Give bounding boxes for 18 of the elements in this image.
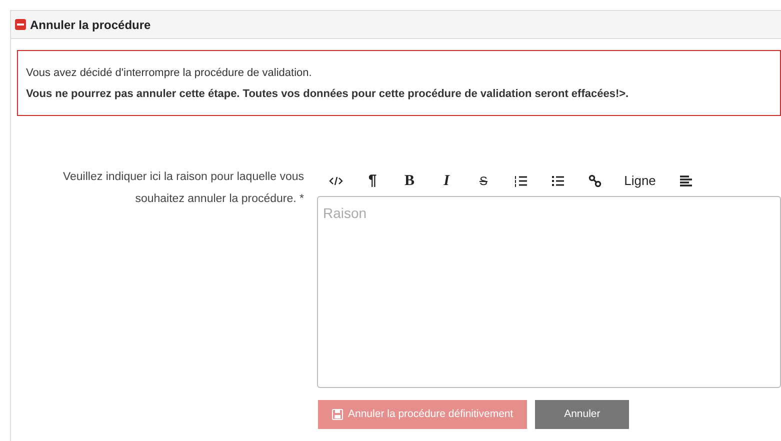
cancel-button[interactable]: Annuler — [535, 400, 630, 429]
alert-message: Vous avez décidé d'interrompre la procédure de validation. — [26, 66, 313, 81]
reason-editor[interactable]: Raison — [317, 196, 781, 388]
minus-square-icon — [15, 19, 26, 30]
bold-button[interactable]: B — [391, 169, 428, 193]
field-label: Veuillez indiquer ici la raison pour laquelle vous souhaitez annuler la procédure. * — [62, 170, 304, 207]
numbered-list-icon — [514, 174, 528, 188]
panel-title: Annuler la procédure — [30, 16, 151, 34]
bullet-list-icon — [550, 174, 564, 188]
save-icon — [332, 409, 343, 420]
link-icon — [588, 174, 602, 188]
code-icon — [328, 174, 342, 188]
align-left-icon — [678, 174, 692, 188]
strikethrough-button[interactable]: S — [465, 169, 502, 193]
line-button[interactable]: Ligne — [613, 169, 667, 193]
italic-button[interactable]: I — [428, 169, 465, 193]
alert-warning: Vous ne pourrez pas annuler cette étape. Toutes vos données pour cette procédure de validation seront effacées!>. — [26, 87, 630, 102]
paragraph-button[interactable]: ¶ — [354, 169, 391, 193]
